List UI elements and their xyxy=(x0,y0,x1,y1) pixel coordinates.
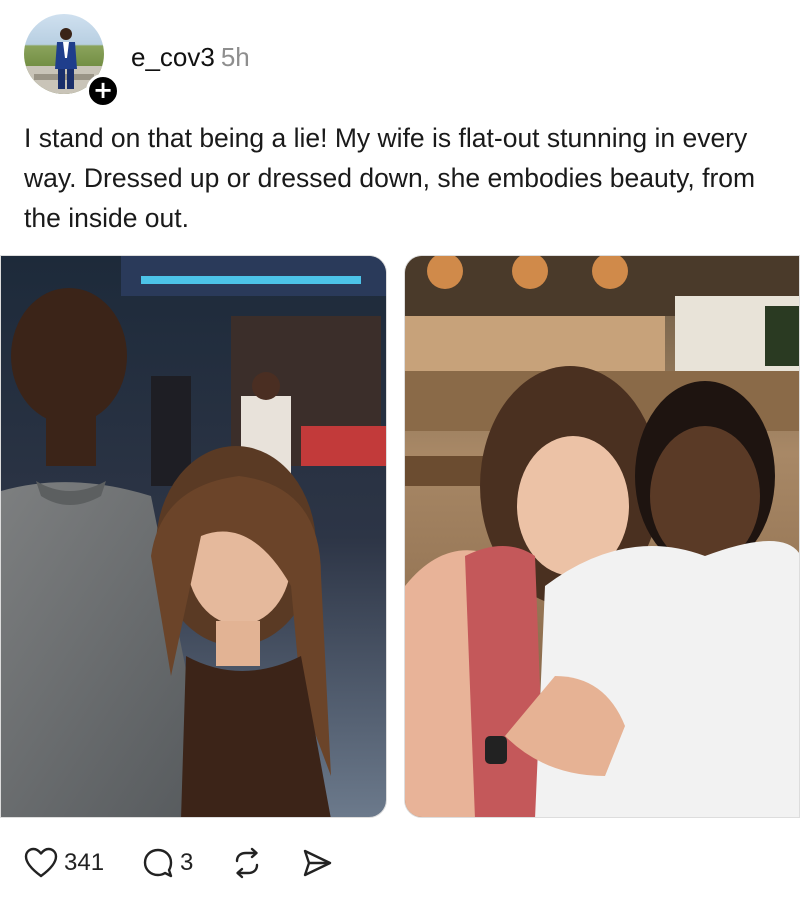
thread-post: + e_cov3 5h I stand on that being a lie! … xyxy=(0,0,800,898)
send-icon xyxy=(301,847,333,879)
reply-count: 3 xyxy=(180,849,194,876)
comment-icon xyxy=(142,847,174,879)
post-image-2[interactable] xyxy=(404,255,800,818)
avatar-container: + xyxy=(24,14,120,108)
like-count: 341 xyxy=(64,849,105,876)
like-button[interactable]: 341 xyxy=(24,847,104,879)
couple-photo-venue xyxy=(1,256,386,817)
repost-button[interactable] xyxy=(231,847,263,879)
repost-icon xyxy=(231,847,263,879)
username-link[interactable]: e_cov3 xyxy=(131,42,215,72)
post-image-1[interactable] xyxy=(0,255,387,818)
share-button[interactable] xyxy=(301,847,333,879)
plus-icon: + xyxy=(92,76,114,104)
post-text: I stand on that being a lie! My wife is … xyxy=(24,123,756,233)
post-timestamp: 5h xyxy=(220,42,250,72)
reply-button[interactable]: 3 xyxy=(142,847,193,879)
post-meta: e_cov3 5h xyxy=(131,42,250,72)
follow-button[interactable]: + xyxy=(86,74,120,108)
couple-photo-restaurant xyxy=(405,256,799,817)
action-bar: 341 3 xyxy=(24,838,371,888)
heart-icon xyxy=(24,847,58,879)
